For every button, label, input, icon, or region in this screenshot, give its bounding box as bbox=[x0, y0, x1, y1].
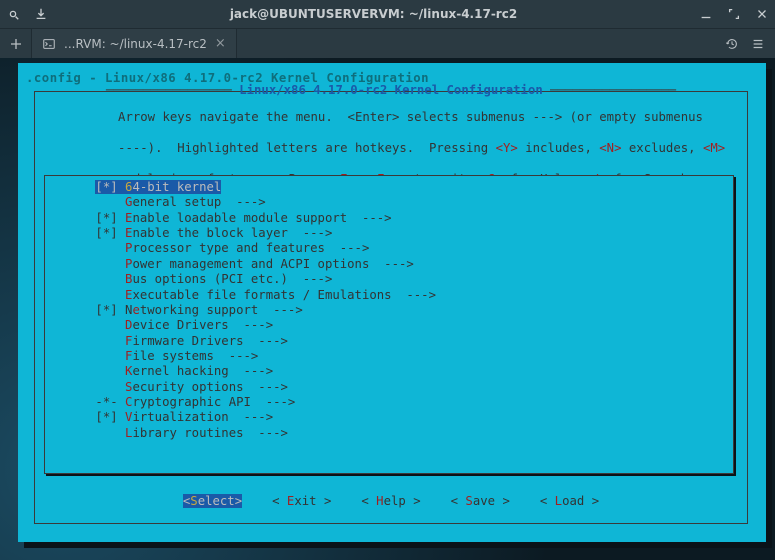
action-buttons: <Select> < Exit > < Help > < Save > < Load > bbox=[34, 494, 748, 508]
history-icon[interactable] bbox=[725, 37, 739, 51]
tab-close-icon[interactable]: × bbox=[215, 36, 226, 51]
config-menu[interactable]: [*] 64-bit kernel General setup ---> [*]… bbox=[44, 175, 734, 474]
window-title: jack@UBUNTUSERVERVM: ~/linux-4.17-rc2 bbox=[48, 7, 699, 21]
menu-item[interactable]: Executable file formats / Emulations ---… bbox=[51, 288, 727, 303]
menu-item[interactable]: [*] Networking support ---> bbox=[51, 303, 727, 318]
window-titlebar: jack@UBUNTUSERVERVM: ~/linux-4.17-rc2 bbox=[0, 0, 775, 28]
menu-item[interactable]: [*] 64-bit kernel bbox=[51, 180, 727, 195]
menu-item[interactable]: [*] Enable loadable module support ---> bbox=[51, 211, 727, 226]
menu-item[interactable]: Processor type and features ---> bbox=[51, 241, 727, 256]
action-button[interactable]: < Save > bbox=[451, 494, 510, 508]
menu-item[interactable]: Bus options (PCI etc.) ---> bbox=[51, 272, 727, 287]
menu-item[interactable]: [*] Enable the block layer ---> bbox=[51, 226, 727, 241]
menu-icon[interactable] bbox=[6, 7, 20, 21]
terminal-viewport[interactable]: .config - Linux/x86 4.17.0-rc2 Kernel Co… bbox=[0, 58, 775, 560]
menu-item[interactable]: Device Drivers ---> bbox=[51, 318, 727, 333]
tab-bar: ...RVM: ~/linux-4.17-rc2 × bbox=[0, 28, 775, 58]
tab-terminal[interactable]: ...RVM: ~/linux-4.17-rc2 × bbox=[32, 29, 237, 58]
action-button[interactable]: < Exit > bbox=[272, 494, 331, 508]
config-frame: ───────────────── Linux/x86 4.17.0-rc2 K… bbox=[34, 91, 748, 524]
action-button[interactable]: < Help > bbox=[361, 494, 420, 508]
menu-item[interactable]: -*- Cryptographic API ---> bbox=[51, 395, 727, 410]
menu-item[interactable]: Power management and ACPI options ---> bbox=[51, 257, 727, 272]
overflow-menu-icon[interactable] bbox=[751, 37, 765, 51]
menu-item[interactable]: Library routines ---> bbox=[51, 426, 727, 441]
menu-item[interactable]: [*] Virtualization ---> bbox=[51, 410, 727, 425]
menu-item[interactable]: Kernel hacking ---> bbox=[51, 364, 727, 379]
maximize-icon[interactable] bbox=[727, 7, 741, 21]
menu-item[interactable]: File systems ---> bbox=[51, 349, 727, 364]
terminal-icon bbox=[42, 37, 56, 51]
minimize-icon[interactable] bbox=[699, 7, 713, 21]
action-button[interactable]: < Load > bbox=[540, 494, 599, 508]
download-icon[interactable] bbox=[34, 7, 48, 21]
menu-item[interactable]: General setup ---> bbox=[51, 195, 727, 210]
menu-item[interactable]: Firmware Drivers ---> bbox=[51, 334, 727, 349]
menuconfig-screen: .config - Linux/x86 4.17.0-rc2 Kernel Co… bbox=[18, 63, 766, 542]
close-icon[interactable] bbox=[755, 7, 769, 21]
action-button[interactable]: <Select> bbox=[183, 494, 242, 508]
menu-item[interactable]: Security options ---> bbox=[51, 380, 727, 395]
tab-label: ...RVM: ~/linux-4.17-rc2 bbox=[64, 37, 207, 51]
new-tab-button[interactable] bbox=[0, 29, 32, 58]
